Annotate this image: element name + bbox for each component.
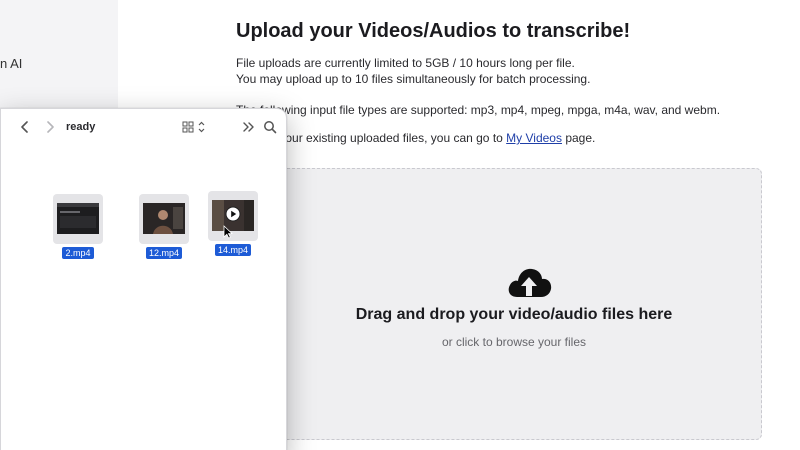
file-dropzone[interactable]: Drag and drop your video/audio files her… (266, 168, 762, 440)
cloud-upload-icon (508, 268, 552, 297)
chevron-right-icon (47, 121, 54, 133)
grid-view-icon (182, 121, 205, 133)
my-videos-text: To view your existing uploaded files, yo… (236, 131, 595, 145)
file-thumbnail (139, 194, 189, 244)
file-thumbnail (53, 194, 103, 244)
file-thumbnail (208, 191, 258, 241)
file-name: 14.mp4 (214, 244, 252, 256)
upload-limit-text: File uploads are currently limited to 5G… (236, 56, 575, 70)
search-icon (264, 121, 277, 134)
file-item[interactable]: 12.mp4 (137, 194, 191, 259)
video-thumbnail-icon (143, 203, 185, 234)
folder-name: ready (66, 121, 96, 133)
forward-button[interactable] (42, 119, 58, 135)
file-name: 2.mp4 (62, 247, 94, 259)
mouse-cursor-icon (223, 225, 233, 239)
my-videos-link[interactable]: My Videos (506, 131, 562, 145)
supported-types-text: The following input file types are suppo… (236, 103, 721, 117)
play-icon[interactable] (225, 206, 241, 222)
file-item[interactable]: 14.mp4 (206, 191, 260, 256)
finder-window[interactable]: ready 2.mp4 12.mp4 14.mp4 (0, 108, 287, 450)
view-mode-button[interactable] (182, 119, 208, 135)
batch-limit-text: You may upload up to 10 files simultaneo… (236, 72, 591, 86)
chevron-left-icon (21, 121, 28, 133)
search-button[interactable] (262, 119, 278, 135)
back-button[interactable] (17, 119, 33, 135)
dropzone-title: Drag and drop your video/audio files her… (355, 306, 673, 323)
double-chevron-right-icon (243, 122, 254, 132)
sidebar-brand-text[interactable]: n AI (0, 56, 22, 71)
finder-toolbar: ready (1, 109, 286, 145)
file-name: 12.mp4 (145, 247, 183, 259)
file-item[interactable]: 2.mp4 (51, 194, 105, 259)
video-thumbnail-icon (57, 203, 99, 234)
more-toolbar-button[interactable] (241, 119, 257, 135)
page-title: Upload your Videos/Audios to transcribe! (236, 20, 631, 42)
dropzone-subtitle: or click to browse your files (441, 335, 587, 349)
my-videos-text-suffix: page. (561, 131, 596, 145)
upload-page: Upload your Videos/Audios to transcribe!… (236, 0, 800, 450)
